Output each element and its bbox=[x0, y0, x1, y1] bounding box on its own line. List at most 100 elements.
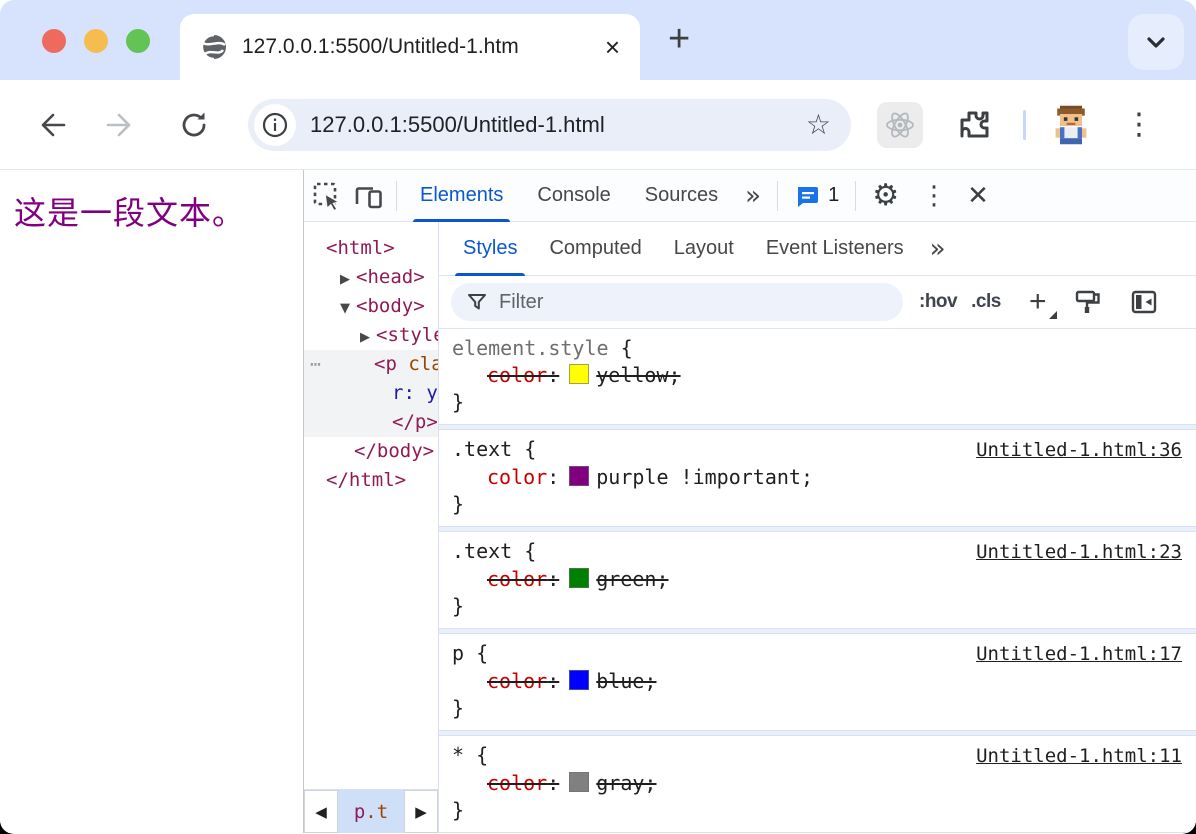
toolbar-divider bbox=[777, 181, 778, 211]
device-toolbar-icon bbox=[352, 179, 386, 213]
dom-node-html-close[interactable]: </html> bbox=[304, 466, 438, 495]
url-text[interactable]: 127.0.0.1:5500/Untitled-1.html bbox=[310, 112, 806, 138]
rule-element-style[interactable]: element.style { color:yellow; } bbox=[439, 329, 1196, 424]
expand-arrow-icon[interactable]: ▶ bbox=[360, 323, 376, 352]
source-link[interactable]: Untitled-1.html:17 bbox=[976, 641, 1182, 668]
fullscreen-window-button[interactable] bbox=[126, 29, 150, 53]
forward-button[interactable] bbox=[96, 101, 144, 149]
dom-node-body-close[interactable]: </body> bbox=[304, 437, 438, 466]
css-property-value[interactable]: green; bbox=[596, 567, 668, 591]
tab-strip: 127.0.0.1:5500/Untitled-1.htm × + bbox=[0, 0, 1196, 80]
rendering-emulation-icon[interactable] bbox=[1073, 287, 1103, 317]
browser-tab[interactable]: 127.0.0.1:5500/Untitled-1.htm × bbox=[180, 14, 640, 80]
tab-search-button[interactable] bbox=[1128, 14, 1184, 70]
source-link[interactable]: Untitled-1.html:36 bbox=[976, 437, 1182, 464]
browser-menu-button[interactable]: ⋮ bbox=[1124, 107, 1154, 142]
css-property-name[interactable]: color bbox=[487, 465, 547, 489]
rule-text-purple[interactable]: .text {Untitled-1.html:36 color:purple !… bbox=[439, 430, 1196, 526]
new-tab-button[interactable]: + bbox=[668, 18, 690, 61]
rule-selector[interactable]: .text bbox=[452, 437, 512, 461]
tab-elements[interactable]: Elements bbox=[403, 170, 520, 222]
rule-universal-gray[interactable]: * {Untitled-1.html:11 color:gray; } bbox=[439, 736, 1196, 832]
tab-event-listeners[interactable]: Event Listeners bbox=[750, 222, 920, 276]
rule-text-green[interactable]: .text {Untitled-1.html:23 color:green; } bbox=[439, 532, 1196, 628]
source-link[interactable]: Untitled-1.html:23 bbox=[976, 539, 1182, 566]
breadcrumb-crumb-p-text[interactable]: p.t bbox=[338, 790, 404, 833]
tab-layout[interactable]: Layout bbox=[658, 222, 750, 276]
tab-styles[interactable]: Styles bbox=[447, 222, 533, 276]
dom-node-style[interactable]: ▶<style> bbox=[304, 321, 438, 350]
breadcrumb-scroll-right-button[interactable]: ▶ bbox=[404, 790, 438, 833]
toolbar-divider bbox=[396, 181, 397, 211]
new-style-rule-button[interactable]: + bbox=[1023, 287, 1053, 317]
collapse-arrow-icon[interactable]: ▼ bbox=[340, 294, 356, 323]
source-link[interactable]: Untitled-1.html:11 bbox=[976, 743, 1182, 770]
more-sidebar-tabs-button[interactable]: » bbox=[920, 234, 956, 264]
device-toolbar-button[interactable] bbox=[348, 174, 390, 218]
toggle-hover-state[interactable]: :hov bbox=[919, 291, 957, 313]
toolbar-divider bbox=[855, 181, 856, 211]
devtools-close-button[interactable]: ✕ bbox=[959, 181, 1003, 211]
rule-selector[interactable]: p bbox=[452, 641, 464, 665]
styles-filter-input[interactable]: Filter bbox=[451, 283, 903, 321]
devtools-main-toolbar: Elements Console Sources » 1 ⚙ ⋮ ✕ bbox=[304, 170, 1196, 222]
favicon-globe-icon bbox=[200, 33, 228, 61]
rule-selector[interactable]: * bbox=[452, 743, 464, 767]
color-swatch[interactable] bbox=[569, 568, 589, 588]
color-swatch[interactable] bbox=[569, 466, 589, 486]
toggle-sidebar-icon[interactable] bbox=[1129, 287, 1159, 317]
expand-arrow-icon[interactable]: ▶ bbox=[340, 265, 356, 294]
reload-button[interactable] bbox=[170, 101, 218, 149]
css-property-name[interactable]: color bbox=[487, 363, 547, 387]
dom-node-p-attr-wrap[interactable]: r: yellow" bbox=[304, 379, 438, 408]
sidebar-tab-bar: Styles Computed Layout Event Listeners » bbox=[439, 222, 1196, 276]
node-options-ellipsis[interactable]: ⋯ bbox=[310, 350, 321, 379]
close-window-button[interactable] bbox=[42, 29, 66, 53]
breadcrumb-scroll-left-button[interactable]: ◀ bbox=[304, 790, 338, 833]
inspect-element-button[interactable] bbox=[306, 174, 348, 218]
toolbar-divider bbox=[1023, 110, 1026, 140]
styles-sidebar: Styles Computed Layout Event Listeners »… bbox=[438, 222, 1196, 833]
css-property-name[interactable]: color bbox=[487, 771, 547, 795]
dom-node-p-selected[interactable]: ⋯<p class bbox=[304, 350, 438, 379]
dom-node-body[interactable]: ▼<body> bbox=[304, 292, 438, 321]
address-bar[interactable]: 127.0.0.1:5500/Untitled-1.html ☆ bbox=[248, 99, 851, 151]
tab-computed[interactable]: Computed bbox=[533, 222, 657, 276]
color-swatch[interactable] bbox=[569, 670, 589, 690]
css-property-value[interactable]: gray; bbox=[596, 771, 656, 795]
settings-gear-icon[interactable]: ⚙ bbox=[862, 178, 909, 213]
react-devtools-extension-icon[interactable] bbox=[877, 102, 923, 148]
css-property-value[interactable]: yellow; bbox=[596, 363, 680, 387]
back-button[interactable] bbox=[28, 101, 76, 149]
tab-title: 127.0.0.1:5500/Untitled-1.htm bbox=[242, 35, 591, 59]
toggle-element-classes[interactable]: .cls bbox=[971, 291, 1001, 313]
site-info-button[interactable] bbox=[254, 104, 296, 146]
color-swatch[interactable] bbox=[569, 772, 589, 792]
rule-selector[interactable]: element.style bbox=[452, 336, 609, 360]
devtools-panel: Elements Console Sources » 1 ⚙ ⋮ ✕ <html… bbox=[303, 170, 1196, 833]
css-property-value[interactable]: purple !important; bbox=[596, 465, 813, 489]
tab-sources[interactable]: Sources bbox=[628, 170, 735, 222]
dom-node-p-close[interactable]: </p> bbox=[304, 408, 438, 437]
tab-close-icon[interactable]: × bbox=[605, 34, 620, 60]
tab-console[interactable]: Console bbox=[520, 170, 627, 222]
browser-window: 127.0.0.1:5500/Untitled-1.htm × + 127.0.… bbox=[0, 0, 1196, 834]
filter-placeholder: Filter bbox=[499, 291, 543, 314]
color-swatch[interactable] bbox=[569, 364, 589, 384]
devtools-menu-button[interactable]: ⋮ bbox=[909, 181, 959, 211]
profile-avatar[interactable] bbox=[1048, 102, 1094, 148]
extensions-button[interactable] bbox=[955, 105, 995, 145]
css-property-name[interactable]: color bbox=[487, 567, 547, 591]
minimize-window-button[interactable] bbox=[84, 29, 108, 53]
rule-p-blue[interactable]: p {Untitled-1.html:17 color:blue; } bbox=[439, 634, 1196, 730]
page-paragraph: 这是一段文本。 bbox=[14, 188, 245, 234]
dom-node-html[interactable]: <html> bbox=[304, 234, 438, 263]
issues-counter[interactable]: 1 bbox=[784, 183, 849, 209]
css-property-name[interactable]: color bbox=[487, 669, 547, 693]
dom-node-head[interactable]: ▶<head> bbox=[304, 263, 438, 292]
back-arrow-icon bbox=[35, 108, 69, 142]
rule-selector[interactable]: .text bbox=[452, 539, 512, 563]
css-property-value[interactable]: blue; bbox=[596, 669, 656, 693]
bookmark-star-icon[interactable]: ☆ bbox=[806, 108, 831, 141]
more-tabs-button[interactable]: » bbox=[735, 181, 771, 211]
